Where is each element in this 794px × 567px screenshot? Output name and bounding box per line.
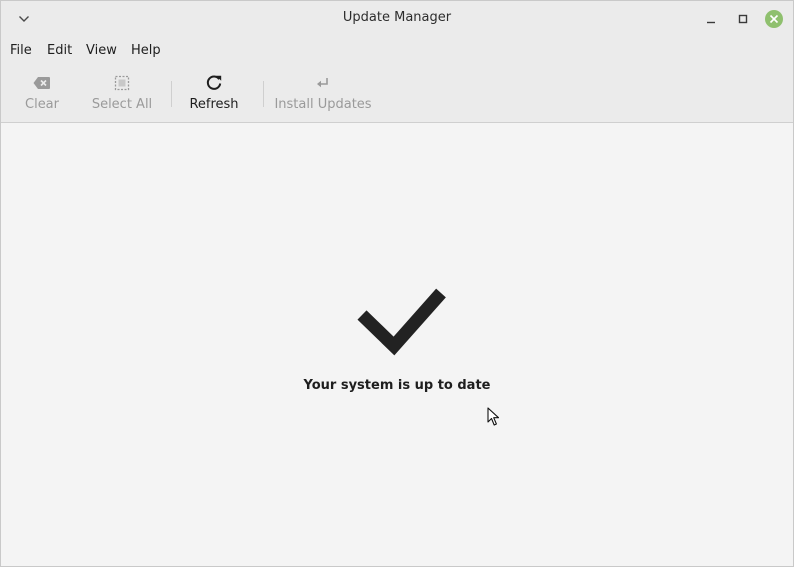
select-all-label: Select All: [91, 97, 153, 112]
maximize-button[interactable]: [732, 8, 754, 30]
toolbar: Clear Select All Refresh Install Updates: [1, 65, 793, 123]
select-all-icon: [114, 75, 130, 91]
minimize-icon: [707, 21, 715, 24]
window-title: Update Manager: [342, 10, 452, 25]
toolbar-separator: [171, 81, 172, 107]
clear-button[interactable]: Clear: [21, 72, 63, 116]
update-manager-window: Update Manager File Edit View Help Clear…: [0, 0, 794, 567]
refresh-label: Refresh: [189, 97, 239, 112]
mouse-pointer-icon: [487, 407, 500, 426]
menu-file[interactable]: File: [10, 43, 32, 58]
main-content: Your system is up to date: [1, 123, 793, 566]
menu-help[interactable]: Help: [131, 43, 161, 58]
close-button[interactable]: [763, 8, 785, 30]
select-all-button[interactable]: Select All: [89, 72, 155, 116]
refresh-button[interactable]: Refresh: [187, 72, 241, 116]
install-updates-label: Install Updates: [274, 97, 372, 112]
close-icon: [765, 10, 783, 28]
clear-label: Clear: [25, 97, 59, 112]
checkmark-icon: [357, 288, 446, 356]
menu-bar: File Edit View Help: [1, 37, 793, 65]
enter-arrow-icon: [317, 78, 328, 88]
install-updates-button[interactable]: Install Updates: [274, 72, 372, 116]
minimize-button[interactable]: [700, 8, 722, 30]
status-message: Your system is up to date: [303, 378, 491, 393]
maximize-icon: [738, 14, 748, 24]
toolbar-separator: [263, 81, 264, 107]
backspace-icon: [33, 77, 50, 89]
refresh-icon: [206, 75, 222, 90]
menu-edit[interactable]: Edit: [47, 43, 72, 58]
title-bar: Update Manager: [1, 1, 793, 37]
menu-view[interactable]: View: [86, 43, 117, 58]
